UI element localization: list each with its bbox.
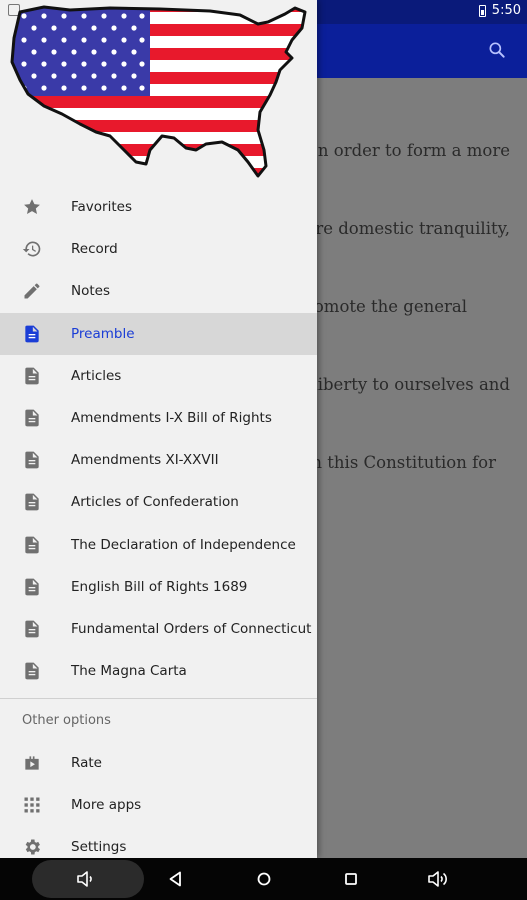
menu-item-label: The Declaration of Independence <box>71 536 296 553</box>
menu-item-label: English Bill of Rights 1689 <box>71 578 248 595</box>
menu-item-amendments-i-x[interactable]: Amendments I-X Bill of Rights <box>0 397 317 439</box>
menu-item-fundamental-orders[interactable]: Fundamental Orders of Connecticut <box>0 608 317 650</box>
document-icon <box>25 578 39 596</box>
menu-item-label: Amendments I-X Bill of Rights <box>71 410 272 427</box>
menu-item-label: Rate <box>71 755 102 772</box>
menu-item-label: The Magna Carta <box>71 663 187 680</box>
menu-item-articles[interactable]: Articles <box>0 355 317 397</box>
menu-item-amendments-xi-xxvii[interactable]: Amendments XI-XXVII <box>0 439 317 481</box>
menu-item-label: Articles of Confederation <box>71 494 239 511</box>
battery-icon <box>478 4 486 17</box>
recents-icon[interactable] <box>339 867 363 891</box>
volume-down-icon[interactable] <box>74 867 98 891</box>
menu-item-more-apps[interactable]: More apps <box>0 784 317 826</box>
pencil-icon <box>24 283 40 299</box>
menu-item-english-bill-of-rights[interactable]: English Bill of Rights 1689 <box>0 566 317 608</box>
document-icon <box>25 662 39 680</box>
document-icon <box>25 409 39 427</box>
menu-item-label: Preamble <box>71 325 135 342</box>
menu-item-favorites[interactable]: Favorites <box>0 186 317 228</box>
search-icon[interactable] <box>487 40 507 60</box>
usa-flag-map-icon <box>10 5 307 178</box>
document-icon <box>25 494 39 511</box>
menu-item-label: Settings <box>71 839 127 856</box>
system-navigation-bar <box>0 858 527 900</box>
menu-item-settings[interactable]: Settings <box>0 826 317 858</box>
status-time: 5:50 <box>491 3 521 18</box>
menu-item-label: More apps <box>71 797 142 814</box>
menu-item-magna-carta[interactable]: The Magna Carta <box>0 650 317 692</box>
other-options-title: Other options <box>22 713 111 728</box>
star-icon <box>24 199 40 215</box>
menu-item-label: Fundamental Orders of Connecticut <box>71 620 312 637</box>
grid-icon <box>24 797 40 813</box>
menu-item-label: Notes <box>71 283 110 300</box>
volume-up-icon[interactable] <box>426 867 450 891</box>
document-icon <box>25 536 39 553</box>
drawer-header <box>0 0 317 185</box>
home-icon[interactable] <box>252 867 276 891</box>
menu-item-declaration-of-independence[interactable]: The Declaration of Independence <box>0 524 317 566</box>
status-right: 5:50 <box>478 3 521 18</box>
document-icon <box>25 451 39 469</box>
back-icon[interactable] <box>164 867 188 891</box>
menu-item-preamble[interactable]: Preamble <box>0 312 317 355</box>
menu-divider <box>0 698 317 699</box>
history-icon <box>22 241 41 257</box>
menu-item-notes[interactable]: Notes <box>0 270 317 312</box>
navigation-drawer: Favorites Record Notes Preamble Articles… <box>0 0 317 858</box>
menu-item-rate[interactable]: Rate <box>0 742 317 784</box>
document-icon <box>25 325 39 342</box>
gear-icon <box>25 839 40 855</box>
menu-item-label: Articles <box>71 367 122 384</box>
shop-icon <box>25 756 39 770</box>
menu-item-record[interactable]: Record <box>0 228 317 270</box>
menu-item-articles-of-confederation[interactable]: Articles of Confederation <box>0 481 317 523</box>
menu-item-label: Record <box>71 241 118 258</box>
other-options-menu: Rate More apps Settings <box>0 742 317 858</box>
menu-item-label: Amendments XI-XXVII <box>71 452 219 469</box>
document-icon <box>25 620 39 638</box>
drawer-menu: Favorites Record Notes Preamble Articles… <box>0 186 317 692</box>
menu-item-label: Favorites <box>71 199 132 216</box>
document-icon <box>25 367 39 385</box>
